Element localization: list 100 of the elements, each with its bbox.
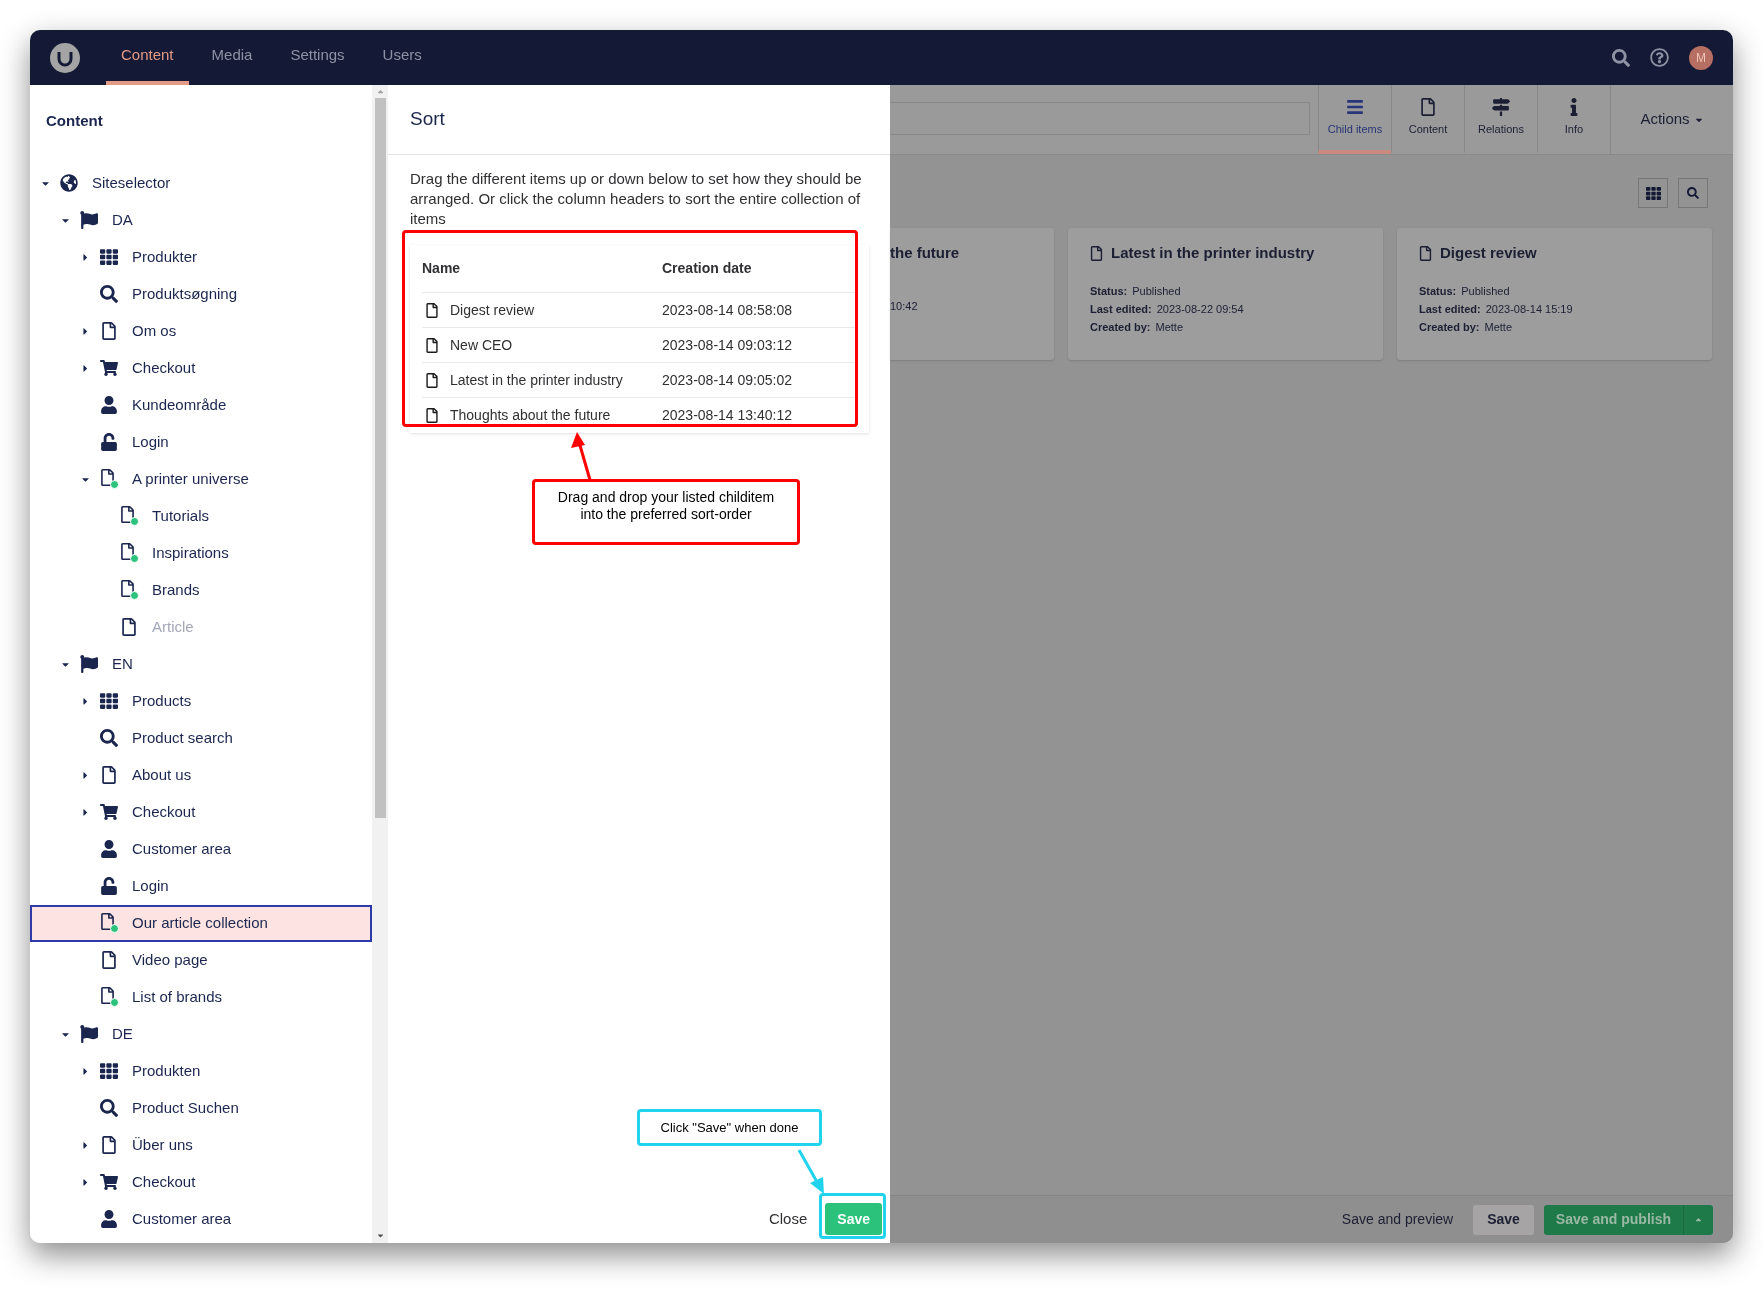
tree-item[interactable]: Customer area: [30, 1200, 372, 1238]
tree-item-label: EN: [112, 653, 133, 674]
nav-tab[interactable]: Users: [367, 30, 437, 85]
content-card[interactable]: Latest in the printer industry Status: Published Last edited: 2023-08-22 09:54 Created by: Mette: [1068, 228, 1383, 360]
tree-item[interactable]: Inspirations: [30, 534, 372, 572]
field-label: Last edited:: [1090, 301, 1152, 317]
search-icon: [100, 1099, 118, 1117]
actions-button[interactable]: Actions: [1610, 85, 1733, 154]
tree-item[interactable]: DA: [30, 201, 372, 239]
sort-row[interactable]: Digest review 2023-08-14 08:58:08: [422, 293, 857, 328]
app-tab[interactable]: Info: [1537, 85, 1610, 154]
flag-icon: [80, 1025, 98, 1043]
field-value: 2023-08-22 09:54: [1156, 301, 1244, 317]
sort-row[interactable]: Thoughts about the future 2023-08-14 13:40:12: [422, 398, 857, 433]
page-plus-icon: [99, 987, 119, 1007]
help-icon[interactable]: [1650, 48, 1669, 67]
nav-tab[interactable]: Media: [196, 30, 268, 85]
tree-item-label: Produkten: [132, 1060, 201, 1081]
tree-item-label: DE: [112, 1023, 133, 1044]
tree-item[interactable]: Customer area: [30, 830, 372, 868]
field-value: Published: [1461, 283, 1510, 299]
close-button[interactable]: Close: [764, 1207, 812, 1231]
tree-item-label: Brands: [152, 579, 200, 600]
field-value: Published: [1132, 283, 1181, 299]
page-plus-icon: [119, 580, 139, 600]
unlock-icon: [100, 877, 118, 895]
card-title: Latest in the printer industry: [1111, 243, 1315, 263]
row-date: 2023-08-14 08:58:08: [662, 300, 792, 320]
search-icon[interactable]: [1612, 48, 1630, 67]
tree-item[interactable]: Produkter: [30, 238, 372, 276]
tree-item-label: Login: [132, 431, 169, 452]
tree-item-label: Inspirations: [152, 542, 229, 563]
app-tab[interactable]: Content: [1391, 85, 1464, 154]
field-value: 10:42: [890, 298, 918, 314]
editor-save-button[interactable]: Save: [1473, 1204, 1534, 1235]
card-title: the future: [890, 243, 960, 263]
tree-item-label: DA: [112, 209, 133, 230]
card-title: Digest review: [1440, 243, 1537, 263]
tree-item[interactable]: Tutorials: [30, 497, 372, 535]
tree-item-label: Siteselector: [92, 172, 171, 193]
tree-item[interactable]: Checkout: [30, 349, 372, 387]
sort-description: Drag the different items up or down below to set how they should be arranged. Or click the column headers to sort the entire collection of items: [410, 169, 863, 229]
app-tab[interactable]: Child items: [1318, 85, 1391, 154]
tree-item[interactable]: Login: [30, 867, 372, 905]
scrollbar-thumb[interactable]: [374, 98, 386, 818]
tree-item[interactable]: Product search: [30, 719, 372, 757]
signpost-icon: [1492, 97, 1510, 116]
tree-item-label: Product search: [132, 727, 233, 748]
search-icon: [1687, 187, 1699, 199]
sort-row[interactable]: New CEO 2023-08-14 09:03:12: [422, 328, 857, 363]
tree-item[interactable]: EN: [30, 645, 372, 683]
page-icon: [1419, 245, 1432, 261]
field-label: Status:: [1419, 283, 1457, 299]
tree-item[interactable]: Checkout: [30, 1163, 372, 1201]
tree-item[interactable]: A printer universe: [30, 460, 372, 498]
tree-item[interactable]: DE: [30, 1015, 372, 1053]
tree-item[interactable]: Product Suchen: [30, 1089, 372, 1127]
tree-item[interactable]: List of brands: [30, 978, 372, 1016]
page-icon: [425, 337, 439, 353]
search-button[interactable]: [1678, 178, 1708, 208]
save-and-preview-button[interactable]: Save and preview: [1331, 1209, 1464, 1230]
tree-item[interactable]: Our article collection: [30, 904, 372, 942]
tree-item[interactable]: Siteselector: [30, 164, 372, 202]
tree-item[interactable]: Video page: [30, 941, 372, 979]
content-card[interactable]: Digest review Status: Published Last edited: 2023-08-14 15:19 Created by: Mette: [1397, 228, 1712, 360]
page-icon: [1419, 97, 1437, 116]
row-name: Digest review: [450, 300, 535, 320]
grid-view-button[interactable]: [1638, 178, 1668, 208]
tree-item[interactable]: Login: [30, 423, 372, 461]
tree-item[interactable]: Brands: [30, 571, 372, 609]
tree-item[interactable]: Checkout: [30, 793, 372, 831]
tree-item[interactable]: Produktsøgning: [30, 275, 372, 313]
tree-item-label: Checkout: [132, 357, 196, 378]
column-header[interactable]: Name: [422, 258, 662, 279]
nav-tab[interactable]: Settings: [275, 30, 360, 85]
scroll-down-icon[interactable]: [375, 1231, 385, 1240]
sort-row[interactable]: Latest in the printer industry 2023-08-14 09:05:02: [422, 363, 857, 398]
tree-item-label: Video page: [132, 949, 208, 970]
column-header[interactable]: Creation date: [662, 258, 752, 279]
page-icon: [100, 951, 118, 969]
page-icon: [1090, 245, 1103, 261]
tree-item-label: About us: [132, 764, 192, 785]
app-tab[interactable]: Relations: [1464, 85, 1537, 154]
name-field[interactable]: [890, 102, 1310, 135]
cart-icon: [100, 1173, 118, 1191]
tree-item[interactable]: Kundeområde: [30, 386, 372, 424]
grid-icon: [100, 248, 118, 266]
tree-item[interactable]: Products: [30, 682, 372, 720]
page-icon: [100, 1136, 118, 1154]
scrollbar[interactable]: [372, 85, 388, 1243]
field-value: Mette: [1155, 319, 1184, 335]
tree-item[interactable]: Produkten: [30, 1052, 372, 1090]
content-card[interactable]: the future 10:42: [890, 228, 1054, 360]
tree-item[interactable]: Om os: [30, 312, 372, 350]
page-icon: [120, 618, 138, 636]
sidebar-title: Content: [46, 111, 103, 131]
tree-item[interactable]: Über uns: [30, 1126, 372, 1164]
tree-item[interactable]: About us: [30, 756, 372, 794]
tree-item-label: Article: [152, 616, 194, 637]
tree-item-label: Produkter: [132, 246, 198, 267]
